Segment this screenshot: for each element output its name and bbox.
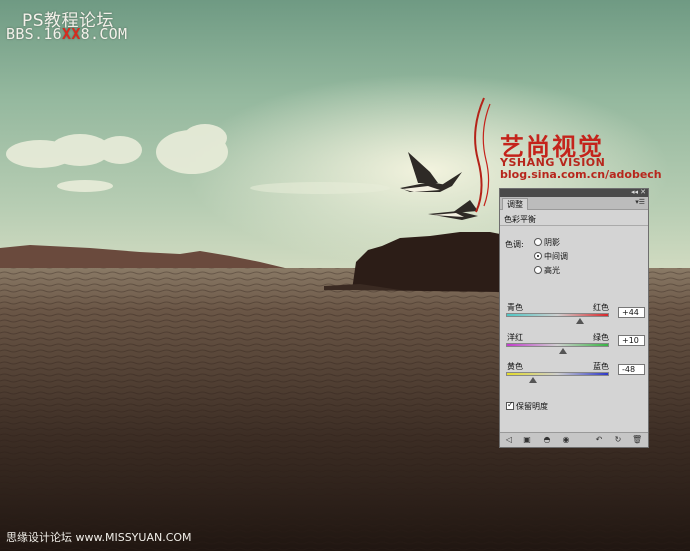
slider-label-blue: 蓝色	[593, 362, 609, 371]
radio-midtones-label: 中间调	[544, 252, 568, 261]
radio-highlights-label: 高光	[544, 266, 560, 275]
magenta-green-value[interactable]: +10	[618, 335, 645, 346]
panel-tab-row: 调整 ▾☰	[500, 197, 648, 210]
reset-icon[interactable]: ↻	[613, 435, 623, 445]
preserve-luminosity-label: 保留明度	[516, 402, 548, 411]
yellow-blue-thumb[interactable]	[528, 377, 537, 383]
forum-watermark-url: BBS.16XX8.COM	[6, 25, 127, 43]
radio-shadows-dot[interactable]	[534, 238, 542, 246]
delete-icon[interactable]: 🗑	[632, 435, 642, 445]
radio-midtones-dot[interactable]	[534, 252, 542, 260]
footer-watermark: 思缘设计论坛 www.MISSYUAN.COM	[6, 531, 192, 544]
radio-highlights-dot[interactable]	[534, 266, 542, 274]
panel-bottom-toolbar: ◁ ▣ ◓ ◉ ↶ ↻ 🗑	[500, 432, 648, 447]
cyan-red-track[interactable]	[506, 313, 609, 317]
magenta-green-track[interactable]	[506, 343, 609, 347]
panel-titlebar[interactable]: ◂◂ ✕	[500, 188, 648, 197]
layer-mask-icon[interactable]: ▣	[522, 435, 532, 445]
slider-label-green: 绿色	[593, 333, 609, 342]
adjustment-title: 色彩平衡	[504, 215, 536, 224]
panel-menu-icon[interactable]: ▾☰	[635, 198, 645, 206]
radio-highlights[interactable]: 高光	[534, 265, 634, 276]
collapse-icon[interactable]: ◂◂	[631, 188, 638, 196]
divider	[500, 225, 648, 226]
adjustments-panel: ◂◂ ✕ 调整 ▾☰ 色彩平衡 色调: 阴影 中间调 高光 青色 红色 +44 …	[499, 188, 649, 448]
tone-label: 色调:	[505, 240, 524, 249]
cyan-red-value[interactable]: +44	[618, 307, 645, 318]
slider-label-cyan: 青色	[507, 303, 523, 312]
slider-label-magenta: 洋红	[507, 333, 523, 342]
radio-shadows-label: 阴影	[544, 238, 560, 247]
yellow-blue-track[interactable]	[506, 372, 609, 376]
url-suffix: 8.COM	[80, 25, 128, 43]
url-highlight: XX	[62, 25, 81, 43]
checkbox-box[interactable]	[506, 400, 514, 410]
tab-adjustments[interactable]: 调整	[502, 198, 528, 210]
brand-blog-url: blog.sina.com.cn/adobech	[500, 168, 662, 181]
visibility-icon[interactable]: ◓	[542, 435, 552, 445]
url-prefix: BBS.16	[6, 25, 62, 43]
back-arrow-icon[interactable]: ◁	[504, 435, 514, 445]
eye-icon[interactable]: ◉	[561, 435, 571, 445]
close-icon[interactable]: ✕	[640, 188, 646, 196]
magenta-green-thumb[interactable]	[558, 348, 567, 354]
slider-label-red: 红色	[593, 303, 609, 312]
reset-previous-icon[interactable]: ↶	[594, 435, 604, 445]
cyan-red-thumb[interactable]	[576, 318, 585, 324]
preserve-luminosity-checkbox[interactable]: 保留明度	[506, 400, 548, 412]
slider-label-yellow: 黄色	[507, 362, 523, 371]
yellow-blue-value[interactable]: -48	[618, 364, 645, 375]
radio-midtones[interactable]: 中间调	[534, 251, 634, 262]
radio-shadows[interactable]: 阴影	[534, 237, 634, 248]
